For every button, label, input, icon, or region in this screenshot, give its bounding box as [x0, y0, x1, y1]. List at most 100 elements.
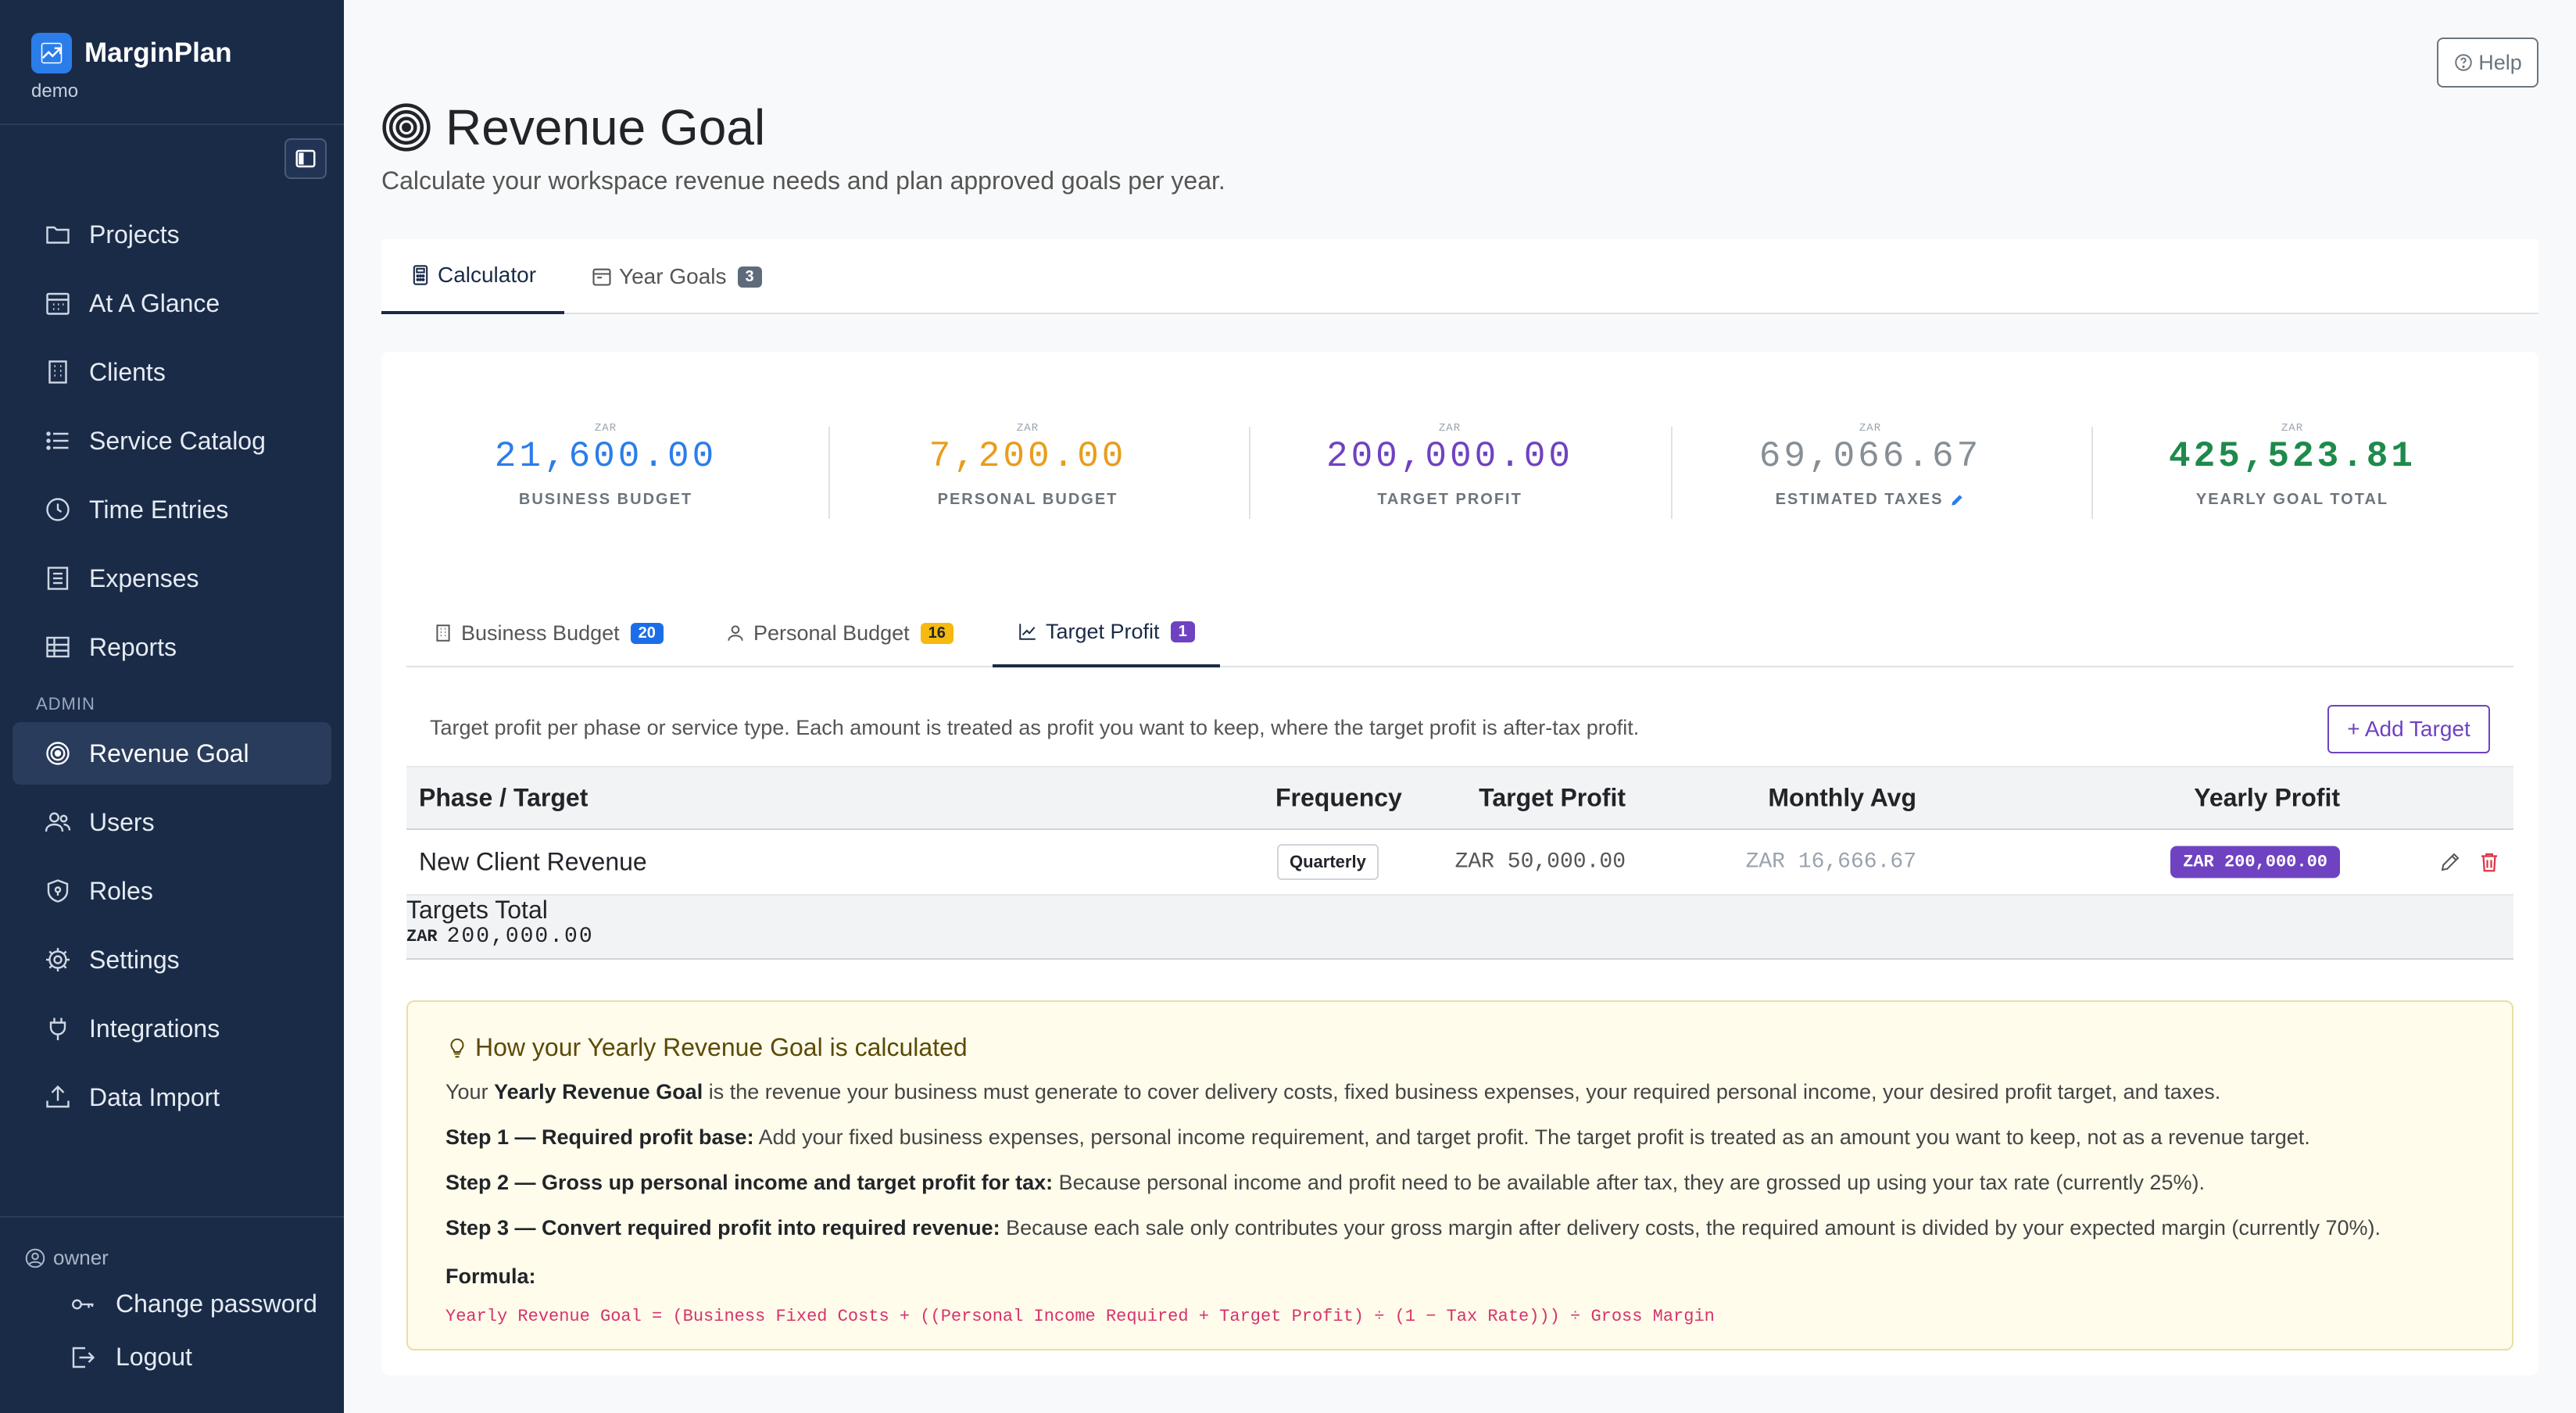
sidebar-item-settings[interactable]: Settings	[13, 928, 331, 991]
explanation-title: How your Yearly Revenue Goal is calculat…	[445, 1033, 968, 1062]
sidebar-toggle-button[interactable]	[284, 138, 327, 179]
sidebar-item-data-import[interactable]: Data Import	[13, 1066, 331, 1129]
intro-bold: Yearly Revenue Goal	[494, 1080, 703, 1104]
stat-label: BUSINESS BUDGET	[518, 491, 693, 508]
building-icon	[48, 360, 67, 384]
sidebar-item-label: Clients	[89, 357, 166, 386]
column-header: Target Profit	[1479, 783, 1626, 812]
tab-label: Calculator	[437, 263, 537, 287]
tab-business-budget[interactable]: Business Budget 20	[433, 599, 664, 667]
step-title: Step 2 — Gross up personal income and ta…	[445, 1171, 1054, 1194]
person-icon	[728, 625, 743, 641]
plug-icon	[49, 1018, 66, 1040]
user-circle-icon	[25, 1248, 45, 1268]
personal-budget-count-badge: 16	[920, 622, 953, 644]
workspace-name: demo	[31, 80, 79, 102]
step-title: Step 3 — Convert required profit into re…	[445, 1216, 1000, 1240]
formula-text: Yearly Revenue Goal = (Business Fixed Co…	[445, 1307, 1715, 1326]
budget-subtabs: Business Budget 20 Personal Budget 16 Ta…	[406, 599, 2513, 667]
target-profit-description: Target profit per phase or service type.…	[430, 716, 1640, 739]
user-role-label: owner	[53, 1246, 109, 1269]
pencil-icon[interactable]	[1949, 492, 1965, 508]
divider	[0, 1216, 344, 1218]
formula-label: Formula:	[445, 1265, 536, 1289]
tab-calculator[interactable]: Calculator	[381, 239, 564, 314]
calculation-explanation: How your Yearly Revenue Goal is calculat…	[406, 1000, 2513, 1350]
add-target-button[interactable]: + Add Target	[2327, 705, 2490, 753]
target-icon	[46, 742, 70, 765]
sidebar-item-users[interactable]: Users	[13, 791, 331, 853]
sidebar-item-reports[interactable]: Reports	[13, 616, 331, 678]
frequency-badge: Quarterly	[1277, 844, 1379, 880]
delete-row-button[interactable]	[2478, 850, 2501, 874]
logout-link[interactable]: Logout	[69, 1343, 192, 1372]
stat-value: 7,200.00	[928, 436, 1127, 477]
row-yearly-profit-badge: ZAR 200,000.00	[2170, 846, 2340, 878]
pencil-icon	[2441, 853, 2460, 871]
year-goals-count-badge: 3	[737, 266, 762, 288]
sidebar-item-label: Service Catalog	[89, 426, 266, 455]
help-button[interactable]: Help	[2437, 38, 2538, 88]
list-icon	[46, 431, 69, 450]
divider	[0, 123, 344, 125]
sidebar-item-revenue-goal[interactable]: Revenue Goal	[13, 722, 331, 785]
stat-estimated-taxes: ZAR 69,066.67 ESTIMATED TAXES	[1660, 422, 2080, 509]
explanation-intro: Your Yearly Revenue Goal is the revenue …	[445, 1080, 2220, 1104]
intro-text: is the revenue your business must genera…	[703, 1080, 2221, 1104]
tab-target-profit[interactable]: Target Profit 1	[993, 599, 1220, 667]
upload-icon	[46, 1085, 70, 1108]
sidebar-item-label: Reports	[89, 632, 177, 661]
sidebar-item-label: Roles	[89, 876, 153, 905]
logout-icon	[72, 1347, 95, 1368]
stat-target-profit: ZAR 200,000.00 TARGET PROFIT	[1240, 422, 1660, 509]
column-header: Frequency	[1275, 783, 1402, 812]
sidebar-item-projects[interactable]: Projects	[13, 203, 331, 266]
tab-personal-budget[interactable]: Personal Budget 16	[725, 599, 953, 667]
logout-label: Logout	[116, 1343, 192, 1371]
stat-currency: ZAR	[1016, 422, 1039, 435]
tab-year-goals[interactable]: Year Goals 3	[591, 239, 762, 314]
stat-business-budget: ZAR 21,600.00 BUSINESS BUDGET	[395, 422, 816, 509]
users-icon	[45, 812, 71, 832]
edit-row-button[interactable]	[2438, 850, 2462, 874]
calculator-icon	[413, 265, 428, 285]
brand[interactable]: MarginPlan	[31, 33, 232, 73]
current-user-role: owner	[23, 1246, 109, 1270]
sidebar-item-label: Integrations	[89, 1014, 220, 1043]
page-title: Revenue Goal	[380, 98, 765, 156]
sidebar-item-clients[interactable]: Clients	[13, 341, 331, 403]
change-password-link[interactable]: Change password	[69, 1290, 317, 1318]
admin-section-label: ADMIN	[36, 694, 95, 714]
table-row: New Client Revenue ZAR 50,000.00 Quarter…	[406, 830, 2513, 896]
sidebar-item-service-catalog[interactable]: Service Catalog	[13, 410, 331, 472]
stat-currency: ZAR	[594, 422, 617, 435]
business-budget-count-badge: 20	[630, 622, 664, 644]
calendar-icon	[592, 268, 611, 286]
explanation-step-1: Step 1 — Required profit base: Add your …	[445, 1125, 2310, 1150]
stat-label: YEARLY GOAL TOTAL	[2195, 491, 2389, 508]
sidebar-item-integrations[interactable]: Integrations	[13, 997, 331, 1060]
shield-icon	[47, 879, 69, 903]
tab-label: Business Budget	[461, 621, 620, 645]
target-profit-table: Phase / Target Target Profit Frequency M…	[406, 766, 2513, 960]
row-monthly-avg: ZAR 16,666.67	[1745, 850, 1916, 875]
page-title-text: Revenue Goal	[445, 99, 766, 156]
key-icon	[72, 1299, 94, 1309]
column-header: Monthly Avg	[1768, 783, 1916, 812]
trash-icon	[2481, 853, 2497, 872]
stat-label: ESTIMATED TAXES	[1775, 491, 1944, 508]
stat-value: 21,600.00	[494, 436, 717, 477]
sidebar-item-at-a-glance[interactable]: At A Glance	[13, 272, 331, 334]
folder-icon	[46, 226, 70, 244]
tab-label: Target Profit	[1046, 619, 1160, 643]
stat-currency: ZAR	[2281, 422, 2304, 435]
column-header: Yearly Profit	[2194, 783, 2340, 812]
sidebar-toggle-icon	[295, 149, 316, 168]
stat-yearly-goal-total: ZAR 425,523.81 YEARLY GOAL TOTAL	[2082, 422, 2503, 509]
sidebar-item-expenses[interactable]: Expenses	[13, 547, 331, 610]
step-text: Because each sale only contributes your …	[1000, 1216, 2381, 1240]
sidebar-item-roles[interactable]: Roles	[13, 860, 331, 922]
column-header: Phase / Target	[419, 783, 589, 812]
total-currency: ZAR	[406, 927, 438, 946]
sidebar-item-time-entries[interactable]: Time Entries	[13, 478, 331, 541]
